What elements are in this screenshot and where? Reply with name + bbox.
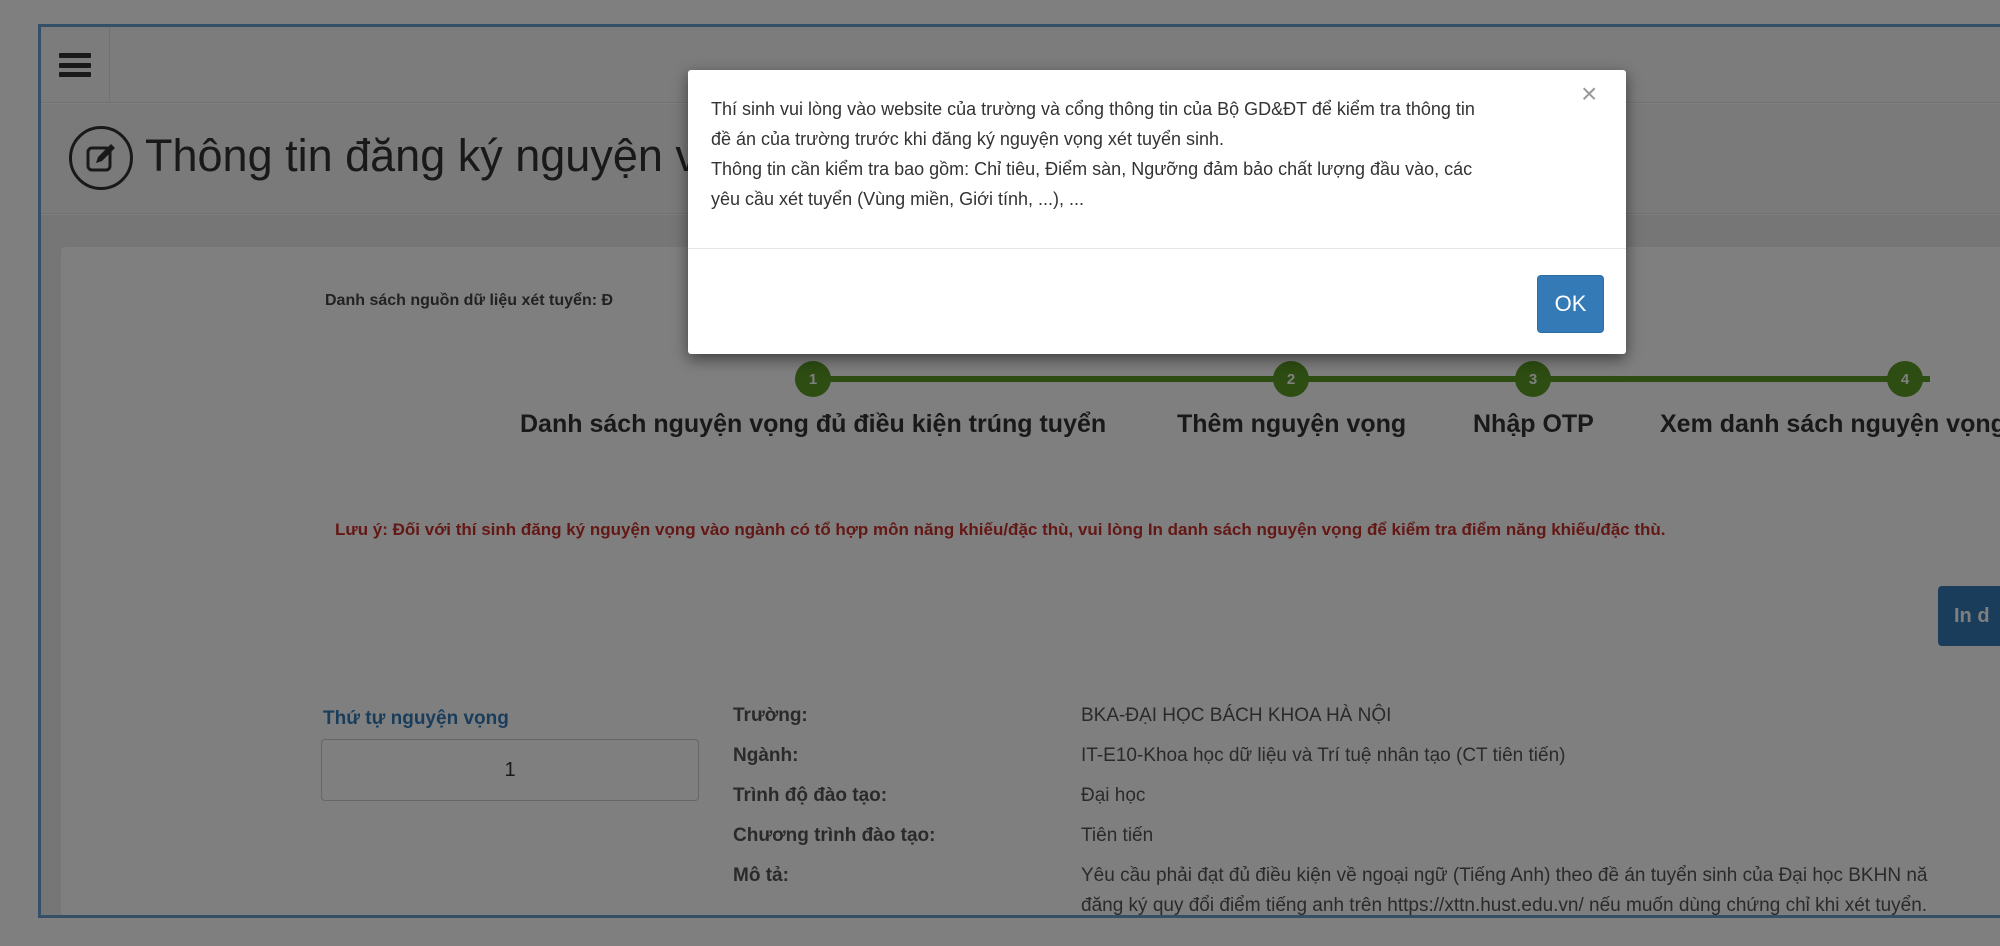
modal-body: Thí sinh vui lòng vào website của trường… [711,94,1581,214]
modal-text-line-4: yêu cầu xét tuyển (Vùng miền, Giới tính,… [711,189,1084,209]
info-modal: × Thí sinh vui lòng vào website của trườ… [688,70,1626,354]
modal-text-line-2: đề án của trường trước khi đăng ký nguyệ… [711,129,1224,149]
ok-button[interactable]: OK [1537,275,1604,333]
modal-text-line-3: Thông tin cần kiểm tra bao gồm: Chỉ tiêu… [711,159,1473,179]
modal-footer: OK [688,248,1626,354]
modal-text-line-1: Thí sinh vui lòng vào website của trường… [711,99,1475,119]
close-icon[interactable]: × [1581,80,1597,108]
